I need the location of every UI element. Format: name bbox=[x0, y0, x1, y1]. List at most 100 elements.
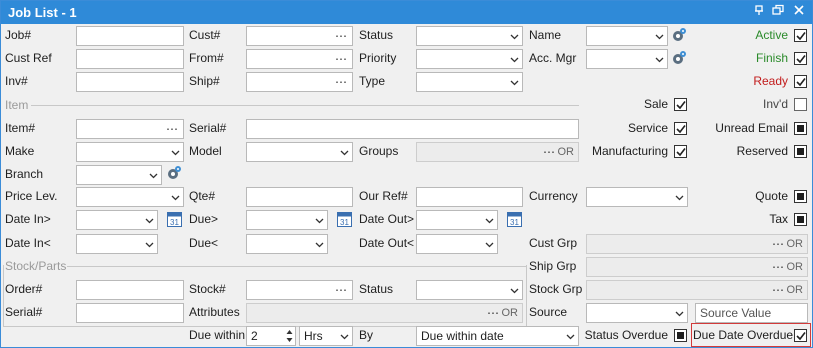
ourref-input[interactable] bbox=[416, 187, 523, 207]
item-lookup-button[interactable]: ⋯ bbox=[166, 122, 179, 136]
sale-label: Sale bbox=[643, 97, 668, 111]
due-within-input[interactable]: 2 bbox=[246, 326, 296, 346]
shipgrp-or-toggle[interactable]: OR bbox=[787, 261, 804, 273]
manufacturing-checkbox[interactable] bbox=[674, 145, 687, 158]
hrs-value: Hrs bbox=[304, 329, 323, 343]
job-input[interactable] bbox=[76, 26, 184, 46]
stock-lookup-button[interactable]: ⋯ bbox=[335, 283, 348, 297]
cust-lookup-button[interactable]: ⋯ bbox=[335, 29, 348, 43]
source-select[interactable] bbox=[586, 303, 688, 323]
active-label: Active bbox=[755, 28, 788, 42]
pricelev-select[interactable] bbox=[76, 187, 184, 207]
ship-label: Ship# bbox=[189, 74, 220, 88]
close-icon[interactable] bbox=[791, 4, 807, 20]
datein-gt-select[interactable] bbox=[76, 210, 158, 230]
currency-select[interactable] bbox=[586, 187, 688, 207]
active-checkbox[interactable] bbox=[794, 29, 807, 42]
calendar-icon[interactable]: 31 bbox=[167, 211, 182, 227]
from-lookup-button[interactable]: ⋯ bbox=[335, 52, 348, 66]
custgrp-lookup-button[interactable]: ⋯ bbox=[772, 237, 785, 251]
status-overdue-checkbox[interactable] bbox=[674, 329, 687, 342]
item-input[interactable]: ⋯ bbox=[76, 119, 184, 139]
sale-checkbox[interactable] bbox=[674, 98, 687, 111]
gear-icon[interactable] bbox=[165, 165, 182, 182]
model-label: Model bbox=[189, 144, 222, 158]
due-lt-select[interactable] bbox=[246, 234, 328, 254]
shipgrp-input[interactable]: ⋯ OR bbox=[586, 257, 808, 277]
stock-section-divider bbox=[67, 266, 527, 267]
serial2-input[interactable] bbox=[76, 303, 184, 323]
dateout-lt-select[interactable] bbox=[416, 234, 498, 254]
restore-icon[interactable] bbox=[770, 4, 786, 20]
tax-label: Tax bbox=[769, 212, 788, 226]
stockgrp-input[interactable]: ⋯ OR bbox=[586, 280, 808, 300]
status-select[interactable] bbox=[416, 26, 523, 46]
gear-icon[interactable] bbox=[670, 50, 687, 67]
datein-lt-select[interactable] bbox=[76, 234, 158, 254]
hrs-select[interactable]: Hrs bbox=[299, 326, 353, 346]
order-input[interactable] bbox=[76, 280, 184, 300]
source-value-placeholder: Source Value bbox=[700, 306, 772, 320]
status2-select[interactable] bbox=[416, 280, 523, 300]
service-checkbox[interactable] bbox=[674, 122, 687, 135]
chevron-down-icon bbox=[510, 80, 519, 86]
from-input[interactable]: ⋯ bbox=[246, 49, 353, 69]
tax-checkbox[interactable] bbox=[794, 213, 807, 226]
calendar-day: 31 bbox=[510, 218, 519, 227]
due-date-overdue-checkbox[interactable] bbox=[794, 329, 807, 342]
due-lt-label: Due< bbox=[189, 236, 219, 250]
custref-input[interactable] bbox=[76, 49, 184, 69]
checkmark-icon bbox=[796, 32, 806, 41]
attributes-lookup-button[interactable]: ⋯ bbox=[487, 306, 500, 320]
finish-checkbox[interactable] bbox=[794, 52, 807, 65]
groups-lookup-button[interactable]: ⋯ bbox=[543, 145, 556, 159]
custgrp-input[interactable]: ⋯ OR bbox=[586, 234, 808, 254]
by-select[interactable]: Due within date bbox=[416, 326, 579, 346]
name-select[interactable] bbox=[586, 26, 668, 46]
inv-input[interactable] bbox=[76, 72, 184, 92]
checkmark-icon bbox=[796, 55, 806, 64]
stockgrp-or-toggle[interactable]: OR bbox=[787, 284, 804, 296]
groups-input[interactable]: ⋯ OR bbox=[416, 142, 579, 162]
invd-checkbox[interactable] bbox=[794, 98, 807, 111]
stockgrp-lookup-button[interactable]: ⋯ bbox=[772, 283, 785, 297]
attributes-or-toggle[interactable]: OR bbox=[502, 307, 519, 319]
gear-icon[interactable] bbox=[670, 27, 687, 44]
model-select[interactable] bbox=[246, 142, 353, 162]
type-select[interactable] bbox=[416, 72, 523, 92]
ship-input[interactable]: ⋯ bbox=[246, 72, 353, 92]
chevron-down-icon bbox=[655, 34, 664, 40]
cust-input[interactable]: ⋯ bbox=[246, 26, 353, 46]
priority-select[interactable] bbox=[416, 49, 523, 69]
make-select[interactable] bbox=[76, 142, 184, 162]
chevron-down-icon bbox=[145, 242, 154, 248]
calendar-icon[interactable]: 31 bbox=[507, 211, 522, 227]
branch-select[interactable] bbox=[76, 165, 162, 185]
spin-updown-icon[interactable] bbox=[284, 326, 295, 346]
reserved-label: Reserved bbox=[736, 144, 788, 158]
attributes-input[interactable]: ⋯ OR bbox=[246, 303, 523, 323]
stock-input[interactable]: ⋯ bbox=[246, 280, 353, 300]
serial-input[interactable] bbox=[246, 119, 579, 139]
reserved-checkbox[interactable] bbox=[794, 145, 807, 158]
chevron-down-icon bbox=[510, 34, 519, 40]
source-value-input[interactable]: Source Value bbox=[695, 303, 808, 323]
chevron-down-icon bbox=[675, 311, 684, 317]
due-gt-select[interactable] bbox=[246, 210, 328, 230]
pin-icon[interactable] bbox=[751, 4, 767, 20]
ready-checkbox[interactable] bbox=[794, 75, 807, 88]
chevron-down-icon bbox=[340, 150, 349, 156]
shipgrp-lookup-button[interactable]: ⋯ bbox=[772, 260, 785, 274]
quote-checkbox[interactable] bbox=[794, 190, 807, 203]
job-label: Job# bbox=[5, 28, 32, 42]
qte-input[interactable] bbox=[246, 187, 353, 207]
title-bar: Job List - 1 bbox=[1, 1, 812, 24]
calendar-icon[interactable]: 31 bbox=[337, 211, 352, 227]
accmgr-select[interactable] bbox=[586, 49, 668, 69]
due-within-label: Due within bbox=[189, 328, 246, 342]
ship-lookup-button[interactable]: ⋯ bbox=[335, 75, 348, 89]
custgrp-or-toggle[interactable]: OR bbox=[787, 238, 804, 250]
unread-email-checkbox[interactable] bbox=[794, 122, 807, 135]
dateout-gt-select[interactable] bbox=[416, 210, 498, 230]
groups-label: Groups bbox=[359, 144, 399, 158]
